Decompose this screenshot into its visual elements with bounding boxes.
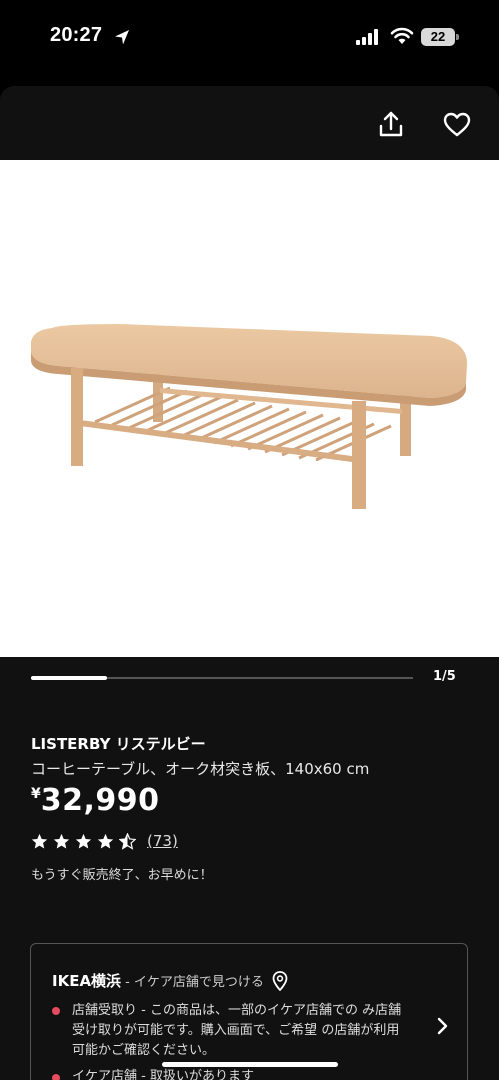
availability-dot xyxy=(52,1007,60,1015)
rating-row[interactable]: (73) xyxy=(31,831,178,851)
availability-dot xyxy=(52,1074,60,1080)
store-name: IKEA横浜 xyxy=(52,972,122,990)
wifi-icon xyxy=(390,27,414,44)
location-arrow-icon xyxy=(115,30,129,45)
gallery-progress-track xyxy=(31,676,413,680)
gallery-page-counter: 1/5 xyxy=(433,669,456,684)
heart-icon[interactable] xyxy=(440,108,474,142)
sheet-header xyxy=(0,86,499,160)
star-icon xyxy=(97,833,114,848)
share-icon[interactable] xyxy=(374,108,408,142)
store-availability-card[interactable]: IKEA横浜 - イケア店舗で見つける 店舗受取り - この商品は、一部のイケア… xyxy=(30,943,468,1080)
price-currency: ¥ xyxy=(31,786,41,802)
review-count-link[interactable]: (73) xyxy=(147,832,178,850)
product-image[interactable] xyxy=(0,160,499,657)
store-pickup-info: 店舗受取り - この商品は、一部のイケア店舗での み店舗受け取りが可能です。購入… xyxy=(72,1003,402,1058)
product-name: LISTERBY リステルビー xyxy=(31,735,206,753)
product-description: コーヒーテーブル、オーク材突き板、140x60 cm xyxy=(31,760,370,778)
store-subtitle: - イケア店舗で見つける xyxy=(125,975,264,990)
star-icon xyxy=(31,833,48,848)
signal-icon xyxy=(356,29,378,45)
half-star-icon xyxy=(119,832,136,850)
status-bar: 20:27 22 xyxy=(0,0,499,78)
store-stock-info: イケア店舗 - 取扱いがあります xyxy=(72,1069,254,1080)
battery-tip xyxy=(456,34,459,40)
price-amount: 32,990 xyxy=(40,783,160,818)
chevron-right-icon[interactable] xyxy=(435,1016,449,1036)
coffee-table-illustration xyxy=(31,324,468,509)
location-pin-icon xyxy=(272,970,288,991)
status-time: 20:27 xyxy=(50,24,103,46)
battery-icon: 22 xyxy=(421,28,455,46)
gallery-progress-fill xyxy=(31,676,108,680)
product-price: ¥32,990 xyxy=(31,783,160,818)
star-icon xyxy=(53,833,70,848)
star-icon xyxy=(75,833,92,848)
store-title: IKEA横浜 - イケア店舗で見つける xyxy=(52,970,288,991)
home-indicator xyxy=(162,1062,338,1067)
stock-notice: もうすぐ販売終了、お早めに！ xyxy=(31,868,213,883)
